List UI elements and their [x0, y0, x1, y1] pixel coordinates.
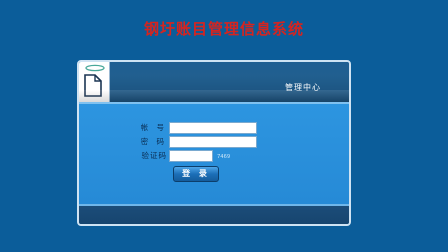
account-input[interactable] [169, 122, 257, 134]
captcha-input[interactable] [169, 150, 213, 162]
login-page: 钢圩账目管理信息系统 管理中心 帐 号 密 码 验证码 7469 登 录 [0, 0, 448, 252]
admin-center-label: 管理中心 [285, 83, 321, 92]
captcha-code[interactable]: 7469 [217, 151, 230, 163]
system-title: 钢圩账目管理信息系统 [143, 20, 304, 38]
account-label: 帐 号 [140, 123, 167, 132]
captcha-label: 验证码 [141, 151, 167, 160]
password-label: 密 码 [140, 137, 167, 146]
login-button[interactable]: 登 录 [173, 166, 219, 182]
password-input[interactable] [169, 136, 257, 148]
login-form: 帐 号 密 码 验证码 7469 登 录 [79, 104, 349, 204]
login-panel: 管理中心 帐 号 密 码 验证码 7469 登 录 [77, 60, 351, 226]
footer-divider [79, 204, 349, 206]
panel-footer [79, 204, 349, 224]
panel-header: 管理中心 [79, 62, 349, 102]
